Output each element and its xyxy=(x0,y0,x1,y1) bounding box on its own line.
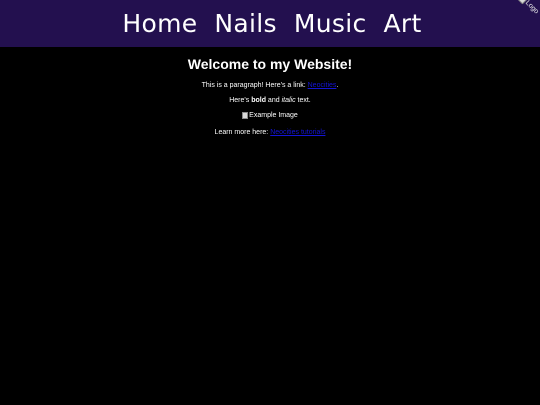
bold-text: bold xyxy=(251,97,266,104)
intro-end: . xyxy=(336,82,339,89)
nav-links: Home Nails Music Art xyxy=(122,0,421,47)
example-image-alt: Example Image xyxy=(249,112,298,119)
formatting-mid: and xyxy=(265,97,282,104)
intro-text: This is a paragraph! Here's a link: xyxy=(201,82,308,89)
nav-link-home[interactable]: Home xyxy=(122,0,197,47)
nav-link-art[interactable]: Art xyxy=(384,0,422,47)
page-heading: Welcome to my Website! xyxy=(187,56,353,72)
broken-image-icon xyxy=(242,112,249,119)
learn-more-text: Learn more here: xyxy=(214,129,271,136)
formatting-end: text. xyxy=(295,97,311,104)
learn-more-paragraph: Learn more here: Neocities tutorials xyxy=(0,128,540,137)
nav-link-music[interactable]: Music xyxy=(294,0,367,47)
nav-link-nails[interactable]: Nails xyxy=(214,0,276,47)
tutorials-link[interactable]: Neocities tutorials xyxy=(270,129,325,136)
formatting-start: Here's xyxy=(229,97,252,104)
neocities-link[interactable]: Neocities xyxy=(308,82,337,89)
navbar: Home Nails Music Art Logo xyxy=(0,0,540,47)
formatting-paragraph: Here's bold and italic text. xyxy=(0,96,540,105)
example-image: Example Image xyxy=(242,111,298,120)
intro-paragraph: This is a paragraph! Here's a link: Neoc… xyxy=(0,81,540,90)
main-content: Welcome to my Website! This is a paragra… xyxy=(0,47,540,137)
logo: Logo xyxy=(517,0,540,16)
image-paragraph: Example Image xyxy=(0,111,540,122)
italic-text: italic xyxy=(281,97,296,104)
logo-alt-text: Logo xyxy=(524,0,540,16)
